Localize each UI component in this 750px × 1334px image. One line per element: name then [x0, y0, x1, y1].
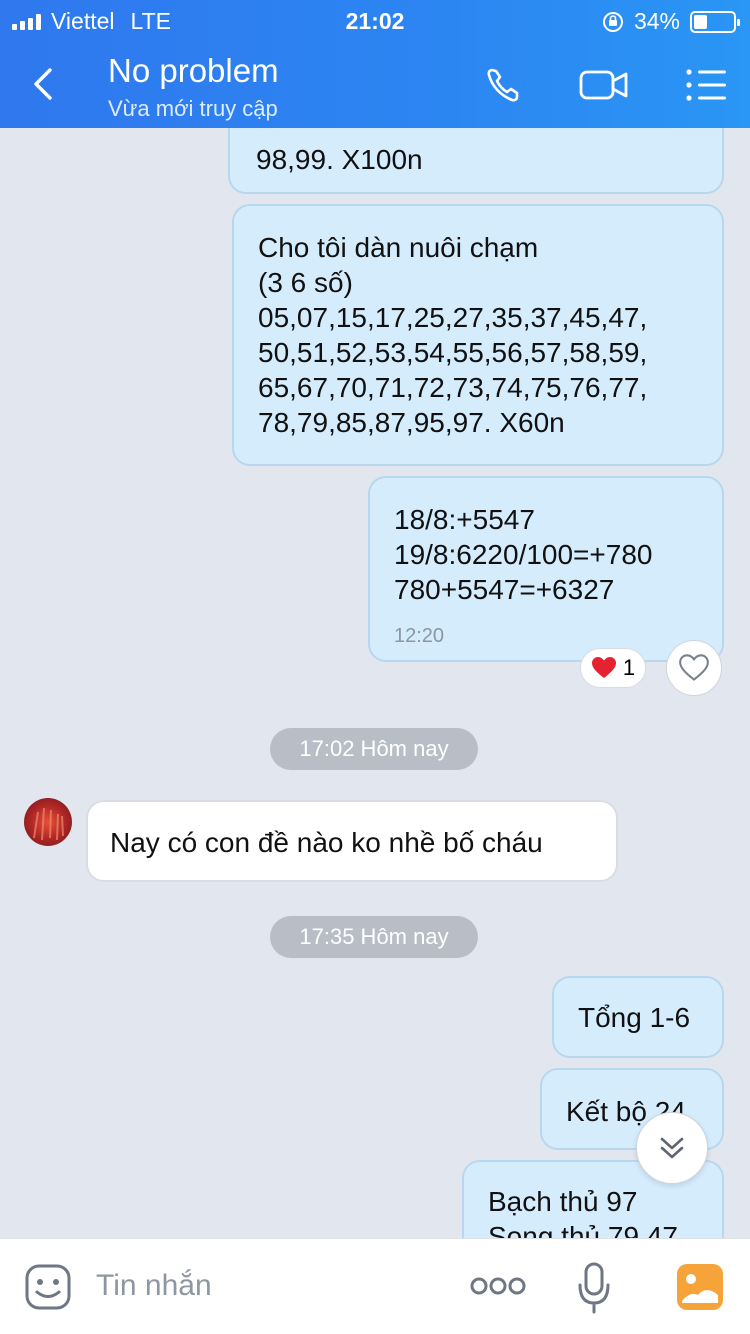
more-options-icon[interactable] — [470, 1271, 526, 1301]
sticker-emoji-icon[interactable] — [24, 1263, 72, 1311]
contact-name[interactable]: No problem — [108, 52, 279, 90]
message-line: 19/8:6220/100=+780 — [394, 539, 653, 570]
message-line: Cho tôi dàn nuôi chạm — [258, 232, 539, 263]
photo-gallery-icon[interactable] — [676, 1263, 724, 1311]
message-list[interactable]: 98,99. X100n Cho tôi dàn nuôi chạm (3 6 … — [0, 128, 750, 1238]
message-line: Bạch thủ 97 — [488, 1186, 638, 1217]
battery-percent: 34% — [633, 8, 680, 34]
message-input[interactable]: Tin nhắn — [96, 1269, 212, 1303]
time-separator: 17:02 Hôm nay — [270, 728, 478, 770]
status-bar: Viettel LTE 21:02 34% — [0, 0, 750, 40]
heart-icon — [591, 657, 616, 678]
video-call-icon[interactable] — [578, 64, 628, 106]
battery-fill — [694, 14, 707, 29]
message-text: Tổng 1-6 — [578, 1002, 691, 1033]
contact-status: Vừa mới truy cập — [108, 96, 278, 121]
chat-header: Viettel LTE 21:02 34% No problem Vừa mới… — [0, 0, 750, 128]
contact-avatar[interactable] — [24, 798, 72, 846]
message-line: Song thủ 79,47 — [488, 1221, 678, 1238]
scroll-to-bottom-button[interactable] — [636, 1112, 708, 1184]
message-input-bar: Tin nhắn — [0, 1238, 750, 1334]
microphone-icon[interactable] — [576, 1261, 612, 1315]
message-bubble-outgoing[interactable]: Cho tôi dàn nuôi chạm (3 6 số) 05,07,15,… — [232, 204, 724, 466]
heart-outline-icon — [679, 654, 709, 681]
message-line: (3 6 số) — [258, 267, 353, 298]
message-bubble-outgoing[interactable]: 98,99. X100n — [228, 128, 724, 194]
reaction-badge[interactable]: 1 — [580, 648, 646, 688]
rotation-lock-icon — [602, 11, 623, 32]
reaction-count: 1 — [622, 655, 636, 680]
double-chevron-down-icon — [660, 1137, 684, 1159]
message-line: 98,99. X100n — [256, 144, 423, 175]
avatar-image — [33, 807, 64, 841]
back-arrow-icon[interactable] — [26, 60, 62, 108]
menu-icon[interactable] — [684, 64, 734, 106]
battery-icon — [690, 10, 740, 33]
message-line: 78,79,85,87,95,97. X60n — [258, 407, 565, 438]
nav-bar: No problem Vừa mới truy cập — [0, 40, 750, 128]
message-line: 780+5547=+6327 — [394, 574, 615, 605]
message-line: 65,67,70,71,72,73,74,75,76,77, — [258, 372, 648, 403]
message-bubble-outgoing[interactable]: Tổng 1-6 — [552, 976, 724, 1058]
like-button[interactable] — [666, 640, 722, 696]
message-bubble-outgoing[interactable]: 18/8:+5547 19/8:6220/100=+780 780+5547=+… — [368, 476, 724, 662]
message-line: 05,07,15,17,25,27,35,37,45,47, — [258, 302, 648, 333]
message-line: 50,51,52,53,54,55,56,57,58,59, — [258, 337, 648, 368]
message-line: 18/8:+5547 — [394, 504, 535, 535]
phone-call-icon[interactable] — [482, 64, 532, 106]
message-bubble-incoming[interactable]: Nay có con đề nào ko nhề bố cháu — [86, 800, 618, 882]
time-separator: 17:35 Hôm nay — [270, 916, 478, 958]
message-text: Nay có con đề nào ko nhề bố cháu — [110, 827, 543, 858]
